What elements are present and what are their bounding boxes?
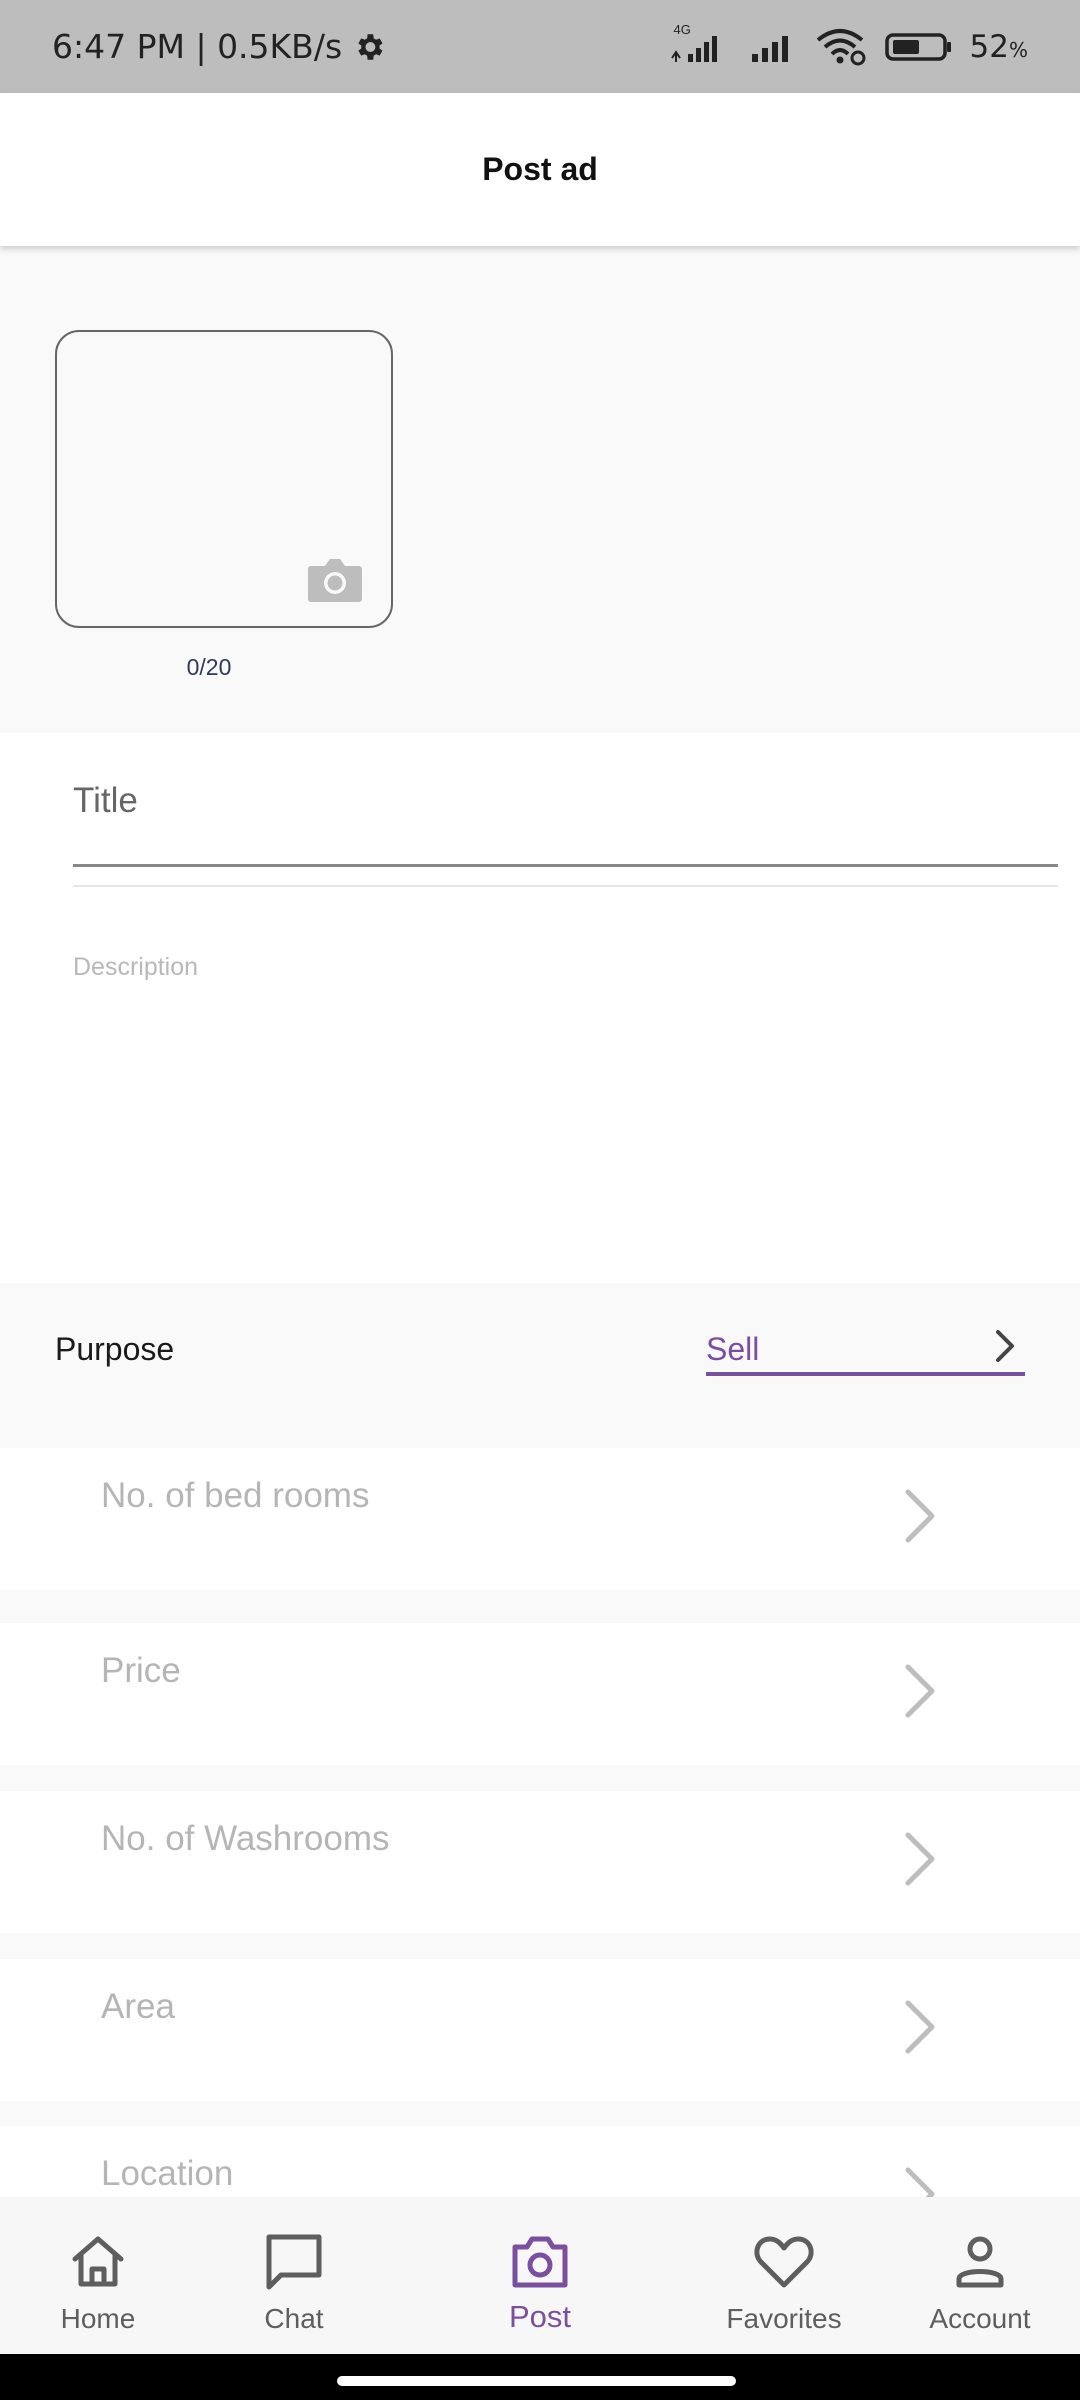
purpose-value: Sell [706,1331,760,1367]
chat-icon [266,2234,322,2290]
chevron-right-icon [996,1330,1014,1362]
chevron-right-icon [905,1664,935,1718]
nav-label: Post [508,2299,572,2334]
divider [73,885,1058,887]
home-indicator[interactable] [337,2376,736,2386]
field-row-area[interactable]: Area [0,1959,1080,2101]
nav-item-account[interactable]: Account [915,2197,1045,2354]
heart-icon [754,2236,814,2288]
gear-icon [352,30,386,64]
chevron-right-icon [905,1832,935,1886]
bottom-nav: Home Chat Post Favorites Account [0,2197,1080,2354]
field-label: Location [101,2154,234,2193]
nav-label: Home [60,2303,136,2334]
field-row-washrooms[interactable]: No. of Washrooms [0,1791,1080,1933]
gesture-bar [0,2354,1080,2400]
network-type: 4G [673,21,691,37]
camera-icon [512,2236,568,2288]
purpose-label: Purpose [55,1331,175,1367]
wifi-icon [816,28,868,66]
nav-label: Chat [264,2303,324,2334]
photo-count: 0/20 [186,654,232,680]
nav-label: Favorites [726,2303,842,2334]
chevron-right-icon [905,2000,935,2054]
battery-suffix: % [1008,37,1028,62]
nav-label: Account [929,2303,1031,2334]
photo-section: 0/20 [0,246,1080,733]
nav-item-post[interactable]: Post [480,2197,600,2354]
purpose-row: Purpose Sell [0,1283,1080,1448]
form-area: Title Description [0,733,1080,1283]
nav-item-home[interactable]: Home [38,2197,158,2354]
field-label: Price [101,1651,181,1690]
status-right: 4G 52% [668,22,1028,66]
status-left: 6:47 PM | 0.5KB/s [52,27,386,66]
person-icon [956,2236,1004,2288]
chevron-right-icon [905,1489,935,1543]
status-time-speed: 6:47 PM | 0.5KB/s [52,27,343,66]
battery-value: 52 [969,28,1009,65]
field-row-bedrooms[interactable]: No. of bed rooms [0,1448,1080,1590]
battery-icon [884,30,954,64]
field-row-price[interactable]: Price [0,1623,1080,1765]
camera-icon [308,559,362,602]
title-field-label[interactable]: Title [73,781,138,821]
field-label: No. of Washrooms [101,1819,390,1858]
description-field[interactable]: Description [73,953,198,982]
field-label: Area [101,1987,175,2026]
field-label: No. of bed rooms [101,1476,370,1515]
screen: 6:47 PM | 0.5KB/s 4G 52% Post ad 0/20 Ti… [0,0,1080,2400]
status-bar: 6:47 PM | 0.5KB/s 4G 52% [0,0,1080,93]
title-field-underline [73,864,1058,867]
home-icon [72,2236,124,2287]
nav-item-favorites[interactable]: Favorites [714,2197,854,2354]
battery-percent: 52% [970,29,1028,65]
add-photo-button[interactable] [55,330,393,628]
signal-icon: 4G [668,22,730,64]
page-title: Post ad [482,151,598,187]
signal-icon-2 [746,30,800,64]
purpose-dropdown[interactable]: Sell [706,1315,1025,1376]
app-bar: Post ad [0,93,1080,246]
nav-item-chat[interactable]: Chat [234,2197,354,2354]
